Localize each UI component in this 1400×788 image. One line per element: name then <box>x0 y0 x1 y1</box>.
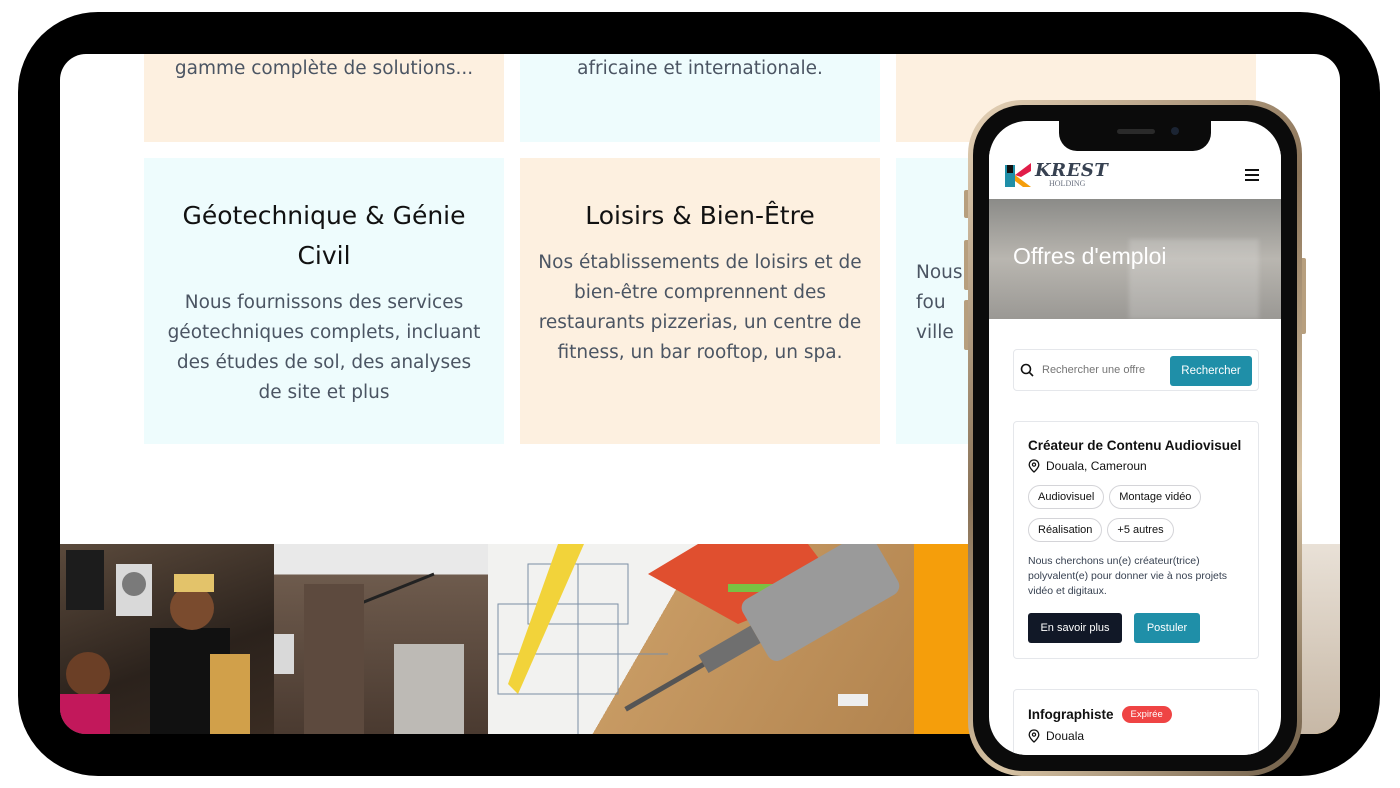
tablet-power-button <box>104 0 208 10</box>
expired-badge: Expirée <box>1121 706 1172 723</box>
job-location-text: Douala <box>1046 729 1085 743</box>
job-tags-row-2: Réalisation +5 autres <box>1028 518 1244 542</box>
job-location-text: Douala, Cameroun <box>1046 459 1147 473</box>
card-text: Nous fournissons des services géotechniq… <box>167 292 481 403</box>
hamburger-menu-icon[interactable] <box>1245 169 1259 181</box>
blueprint-tools-photo <box>488 544 914 734</box>
card-text: Nos établissements de loisirs et de bien… <box>538 252 862 363</box>
phone-bezel: KREST HOLDING Offres d'emploi Rechercher… <box>973 105 1297 771</box>
job-tag[interactable]: Réalisation <box>1028 518 1103 542</box>
more-info-button[interactable]: En savoir plus <box>1028 613 1122 643</box>
speaker-grille <box>1117 129 1155 134</box>
hero-banner: Offres d'emploi <box>989 199 1281 319</box>
logo-main-text: KREST <box>1035 160 1109 181</box>
location-pin-icon <box>1028 459 1040 473</box>
service-card-geotechnique[interactable]: Géotechnique & Génie Civil Nous fourniss… <box>144 158 504 444</box>
card-text: gamme complète de solutions... <box>174 58 474 79</box>
search-icon <box>1020 363 1034 377</box>
job-tag[interactable]: Montage vidéo <box>1109 485 1202 509</box>
service-card-loisirs[interactable]: Loisirs & Bien-Être Nos établissements d… <box>520 158 880 444</box>
hero-title: Offres d'emploi <box>1013 243 1167 269</box>
job-location: Douala, Cameroun <box>1028 459 1244 473</box>
logo-sub-text: HOLDING <box>1049 179 1086 188</box>
search-bar: Rechercher <box>1013 349 1259 391</box>
card-title: Géotechnique & Génie Civil <box>182 201 466 270</box>
job-card[interactable]: Infographiste Expirée Douala <box>1013 689 1259 755</box>
search-input[interactable] <box>1042 358 1172 382</box>
phone-screen: KREST HOLDING Offres d'emploi Rechercher… <box>989 121 1281 755</box>
phone-notch <box>1059 121 1211 151</box>
search-button[interactable]: Rechercher <box>1170 356 1252 386</box>
service-card-top-2: africaine et internationale. <box>520 54 880 142</box>
krest-logo[interactable]: KREST HOLDING <box>1005 161 1108 189</box>
phone-header: KREST HOLDING <box>989 151 1281 199</box>
phone-frame: KREST HOLDING Offres d'emploi Rechercher… <box>968 100 1302 776</box>
job-tags: Audiovisuel Montage vidéo <box>1028 485 1244 509</box>
front-camera <box>1171 127 1179 135</box>
card-text: africaine et internationale. <box>577 58 823 79</box>
apply-button[interactable]: Postuler <box>1134 613 1200 643</box>
job-tag[interactable]: Audiovisuel <box>1028 485 1105 509</box>
job-actions: En savoir plus Postuler <box>1028 613 1244 643</box>
card-title: Loisirs & Bien-Être <box>585 201 815 230</box>
location-pin-icon <box>1028 729 1040 743</box>
job-location: Douala <box>1028 729 1244 743</box>
job-tag-more[interactable]: +5 autres <box>1107 518 1174 542</box>
job-description: Nous cherchons un(e) créateur(trice) pol… <box>1028 555 1228 597</box>
krest-logo-icon <box>1005 163 1031 187</box>
job-card[interactable]: Créateur de Contenu Audiovisuel Douala, … <box>1013 421 1259 659</box>
service-card-top-1: gamme complète de solutions... <box>144 54 504 142</box>
kitchen-interior-photo <box>274 544 488 734</box>
job-title[interactable]: Infographiste <box>1028 707 1114 722</box>
job-title[interactable]: Créateur de Contenu Audiovisuel <box>1028 438 1244 453</box>
people-event-photo <box>60 544 274 734</box>
